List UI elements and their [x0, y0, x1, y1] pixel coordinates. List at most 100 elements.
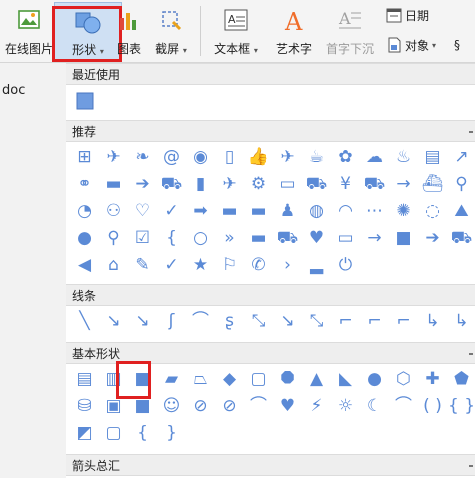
shape-icon[interactable]: ⊘ [186, 393, 215, 420]
shape-icon[interactable]: ▭ [273, 171, 302, 198]
shape-icon[interactable]: ¥ [331, 171, 360, 198]
textbox-button[interactable]: A 文本框 ▾ [206, 2, 266, 60]
shape-icon[interactable]: ▯ [215, 144, 244, 171]
shape-icon[interactable]: ⊘ [215, 393, 244, 420]
shape-icon[interactable]: ◩ [70, 420, 99, 447]
shape-icon[interactable]: ⚙ [244, 171, 273, 198]
shape-icon[interactable]: ➔ [418, 225, 447, 252]
shape-icon[interactable]: ʂ [215, 308, 244, 335]
shape-icon[interactable]: ⚲ [447, 171, 475, 198]
shape-icon[interactable]: @ [157, 144, 186, 171]
shape-icon[interactable]: ⊞ [70, 144, 99, 171]
shape-icon[interactable]: ⚭ [70, 171, 99, 198]
shape-icon[interactable]: ⌂ [99, 252, 128, 279]
shape-icon[interactable]: ⚡ [302, 393, 331, 420]
shape-icon[interactable]: ⌐ [360, 308, 389, 335]
shape-icon[interactable]: ✓ [157, 252, 186, 279]
shape-icon[interactable]: ✈ [215, 171, 244, 198]
shape-icon[interactable]: ↳ [447, 308, 475, 335]
shape-icon[interactable]: ⬡ [389, 366, 418, 393]
shape-icon[interactable]: ( ) [418, 393, 447, 420]
online-picture-button[interactable]: 在线图片 [0, 2, 58, 60]
shape-icon[interactable]: › [273, 252, 302, 279]
shape-icon[interactable]: ⌒ [186, 308, 215, 335]
shape-icon[interactable]: ■ [389, 225, 418, 252]
shape-icon[interactable]: ▤ [418, 144, 447, 171]
shape-icon[interactable]: { } [447, 393, 475, 420]
wordart-button[interactable]: A 艺术字 [270, 2, 318, 60]
shape-icon[interactable]: ○ [186, 225, 215, 252]
shape-icon[interactable]: ▬ [215, 198, 244, 225]
shape-icon[interactable]: 👍 [244, 144, 273, 171]
shape-icon[interactable]: ♡ [128, 198, 157, 225]
shape-icon[interactable]: ☾ [360, 393, 389, 420]
shape-icon[interactable]: ⚐ [215, 252, 244, 279]
shape-icon[interactable]: ☕ [302, 144, 331, 171]
shape-icon[interactable]: ⛴ [418, 171, 447, 198]
shape-icon[interactable]: ◍ [302, 198, 331, 225]
shape-icon[interactable]: ▮ [186, 171, 215, 198]
date-button[interactable]: 日期 [386, 4, 429, 26]
shape-icon[interactable]: ✆ [244, 252, 273, 279]
shape-icon[interactable]: { [157, 225, 186, 252]
shape-icon[interactable]: ↳ [418, 308, 447, 335]
shape-icon[interactable]: ▢ [244, 366, 273, 393]
shape-icon[interactable]: ⤡ [244, 308, 273, 335]
shape-icon[interactable]: ⌐ [331, 308, 360, 335]
shape-icon[interactable]: ➔ [128, 171, 157, 198]
shape-icon[interactable]: ⛟ [302, 171, 331, 198]
shape-icon[interactable]: ◆ [215, 366, 244, 393]
shape-icon[interactable]: ☁ [360, 144, 389, 171]
shape-icon[interactable]: ✓ [157, 198, 186, 225]
shape-icon[interactable]: ➡ [186, 198, 215, 225]
shape-icon[interactable]: ● [70, 225, 99, 252]
shape-icon[interactable]: ⬟ [447, 366, 475, 393]
shape-icon[interactable]: ⤡ [302, 308, 331, 335]
chart-button[interactable]: 图表 [114, 2, 144, 60]
shape-icon[interactable]: ╲ [70, 308, 99, 335]
shape-icon[interactable]: ✿ [331, 144, 360, 171]
shape-icon[interactable]: ▭ [331, 225, 360, 252]
shape-icon[interactable]: ♥ [302, 225, 331, 252]
shape-icon[interactable]: ◌ [418, 198, 447, 225]
shape-icon[interactable]: ◠ [331, 198, 360, 225]
shape-icon[interactable]: ↗ [447, 144, 475, 171]
shape-icon[interactable]: » [215, 225, 244, 252]
shape-icon[interactable]: ⛁ [70, 393, 99, 420]
shape-icon[interactable]: ☑ [128, 225, 157, 252]
shape-icon[interactable]: ʃ [157, 308, 186, 335]
shape-icon[interactable]: ⏻ [331, 252, 360, 279]
rectangle-icon[interactable] [70, 87, 99, 114]
shape-icon[interactable]: ☺ [157, 393, 186, 420]
shape-icon[interactable]: ▬ [244, 225, 273, 252]
shape-icon[interactable]: ◔ [70, 198, 99, 225]
shape-icon[interactable]: ▂ [302, 252, 331, 279]
shape-icon[interactable]: ⋯ [360, 198, 389, 225]
shape-icon[interactable]: ▰ [157, 366, 186, 393]
shape-icon[interactable]: ⛟ [157, 171, 186, 198]
shape-icon[interactable]: ◉ [186, 144, 215, 171]
shape-icon[interactable]: ✺ [389, 198, 418, 225]
shape-icon[interactable]: ☼ [331, 393, 360, 420]
shape-icon[interactable]: ⛟ [360, 171, 389, 198]
shape-icon[interactable]: → [360, 225, 389, 252]
shape-icon[interactable]: ⚲ [99, 225, 128, 252]
shape-icon[interactable]: ▲ [302, 366, 331, 393]
shape-icon[interactable]: { [128, 420, 157, 447]
shape-icon[interactable]: ▢ [99, 420, 128, 447]
object-button[interactable]: 对象 ▾ [386, 34, 436, 56]
shape-icon[interactable]: ✚ [418, 366, 447, 393]
shape-icon[interactable]: ⌒ [389, 393, 418, 420]
dropcap-button[interactable]: A 首字下沉 [320, 2, 380, 60]
shape-icon[interactable]: ⏢ [186, 366, 215, 393]
shape-icon[interactable]: ▬ [99, 171, 128, 198]
shape-icon[interactable]: ▤ [70, 366, 99, 393]
shape-icon[interactable]: ♨ [389, 144, 418, 171]
shape-icon[interactable]: ● [360, 366, 389, 393]
shape-icon[interactable]: ⛰ [447, 198, 475, 225]
shape-icon[interactable]: ⛟ [447, 225, 475, 252]
shape-icon[interactable]: ↘ [273, 308, 302, 335]
shape-icon[interactable]: ✈ [99, 144, 128, 171]
shape-icon[interactable]: ◣ [331, 366, 360, 393]
shape-icon[interactable]: ⯃ [273, 366, 302, 393]
